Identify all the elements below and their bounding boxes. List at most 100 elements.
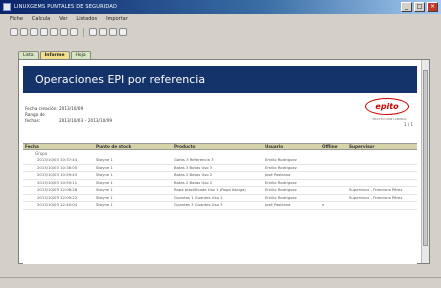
report-page: Operaciones EPI por referencia Fecha cre… [23,66,417,264]
report-table: Fecha Punto de stock Producto Usuario Of… [23,143,417,210]
meta-key: Rango de fechas: [25,112,45,123]
cell-producto: Ropa plastificada Uso 1 (Ropa Abrigo) [174,187,246,192]
refresh-icon[interactable] [119,28,127,36]
cell-supervisor: Supervisor - Francisco Pérez [349,194,403,200]
search-icon[interactable] [70,28,78,36]
cell-punto: Stayne 1 [96,179,113,185]
cell-punto: Stayne 1 [96,194,113,200]
col-header-producto: Producto [174,144,196,149]
tab-strip: Lista Informe Hoja [18,51,91,59]
cell-fecha: 2013/10/03 10:38:05 [37,164,78,170]
tab-informe[interactable]: Informe [39,51,70,59]
print-icon[interactable] [20,28,28,36]
cell-usuario: Emilio Rodríguez [265,157,297,162]
window-title: LINUXGEMS PUNTALES DE SEGURIDAD [14,4,118,10]
cell-punto: Stayne 1 [96,172,113,177]
maximize-button[interactable]: □ [414,2,425,12]
col-header-supervisor: Supervisor [349,144,375,149]
cell-producto: Guantes 3 Guantes Uso 3 [174,202,223,207]
cell-offline [322,188,349,193]
col-header-offline: Offline [322,144,338,149]
cell-usuario: Emilio Rodríguez [265,164,297,170]
cell-producto: Botas 3 Botas Uso 3 [174,164,213,170]
cell-supervisor [349,158,413,163]
menu-bar: Fiche Calcula Ver Listados Importar [0,14,441,24]
cell-punto: Stayne 1 [96,187,113,192]
table-body: 2013/10/03 10:37:44 Stayne 1 Gafas 3 Refer… [23,157,417,210]
menu-item-fiche[interactable]: Fiche [10,16,23,22]
group-row[interactable]: Grupo [23,150,417,157]
zoom-icon[interactable] [109,28,117,36]
export-icon[interactable] [99,28,107,36]
table-row[interactable]: 2013/10/03 12:08:28 Stayne 1 Ropa plastifi… [23,187,417,195]
table-row[interactable]: 2013/10/03 10:38:05 Stayne 1 Botas 3 Botas… [23,164,417,172]
vertical-scrollbar[interactable] [421,60,429,263]
cell-offline [322,158,349,163]
cell-punto: Stayne 1 [96,164,113,170]
table-row[interactable]: 2013/10/03 12:09:22 Stayne 1 Guantes 1 Gua… [23,194,417,202]
toolbar [0,25,441,39]
menu-item-ver[interactable]: Ver [59,16,67,22]
cell-fecha: 2013/10/03 10:59:43 [37,172,78,177]
cell-offline: x [322,202,325,207]
status-bar [0,277,441,288]
cell-offline [322,166,349,171]
cell-offline [322,196,349,201]
previous-page-icon[interactable] [40,28,48,36]
menu-item-calcula[interactable]: Calcula [32,16,50,22]
table-row[interactable]: 2013/10/03 10:37:44 Stayne 1 Gafas 3 Refer… [23,157,417,165]
cell-punto: Stayne 1 [96,202,113,207]
cell-supervisor [349,166,413,171]
cell-usuario: Emilio Rodríguez [265,187,297,192]
report-meta: Fecha creación:2013/10/09 Rango de fecha… [25,106,112,124]
logo-subtitle: PROTECCIÓN LABORAL [372,117,407,121]
cell-supervisor [349,203,413,208]
col-header-usuario: Usuario [265,144,284,149]
cell-producto: Guantes 1 Guantes Uso 1 [174,194,223,200]
last-page-icon[interactable] [60,28,68,36]
cell-fecha: 2013/10/03 12:40:04 [37,202,78,207]
app-icon [3,3,11,11]
minimize-button[interactable]: _ [401,2,412,12]
cell-usuario: Emilio Rodríguez [265,179,297,185]
cell-fecha: 2013/10/03 10:37:44 [37,157,78,162]
close-button[interactable]: × [427,2,438,12]
cell-usuario: José Pastrana [265,202,291,207]
cell-punto: Stayne 1 [96,157,113,162]
table-header: Fecha Punto de stock Producto Usuario Of… [23,143,417,150]
report-title: Operaciones EPI por referencia [35,73,206,86]
cell-producto: Gafas 3 Referencia 3 [174,157,214,162]
table-row[interactable]: 2013/10/03 10:59:11 Stayne 1 Botas 2 Botas… [23,179,417,187]
cell-usuario: José Pastrana [265,172,291,177]
next-page-icon[interactable] [50,28,58,36]
page-setup-icon[interactable] [89,28,97,36]
cell-supervisor [349,181,413,186]
cell-producto: Botas 2 Botas Uso 2 [174,172,213,177]
table-row[interactable]: 2013/10/03 10:59:43 Stayne 1 Botas 2 Botas… [23,172,417,180]
meta-value: 2013/10/09 [59,106,84,111]
menu-item-listados[interactable]: Listados [76,16,97,22]
table-row[interactable]: 2013/10/03 12:40:04 Stayne 1 Guantes 3 Gua… [23,202,417,210]
menu-item-importar[interactable]: Importar [106,16,128,22]
report-banner: Operaciones EPI por referencia [23,66,417,93]
report-viewer: Operaciones EPI por referencia Fecha cre… [18,59,430,264]
scrollbar-thumb[interactable] [423,70,428,246]
first-page-icon[interactable] [30,28,38,36]
save-icon[interactable] [10,28,18,36]
cell-fecha: 2013/10/03 12:09:22 [37,194,78,200]
cell-fecha: 2013/10/03 12:08:28 [37,187,78,192]
cell-offline [322,173,349,178]
cell-supervisor [349,173,413,178]
cell-usuario: Emilio Rodríguez [265,194,297,200]
title-bar: LINUXGEMS PUNTALES DE SEGURIDAD _ □ × [0,0,441,14]
toolbar-separator [83,27,84,37]
company-logo: epito [365,98,409,115]
col-header-punto: Punto de stock [96,144,132,149]
cell-supervisor: Supervisor - Francisco Pérez [349,187,403,192]
cell-producto: Botas 2 Botas Uso 2 [174,179,213,185]
col-header-fecha: Fecha [25,144,39,149]
tab-hoja[interactable]: Hoja [70,51,91,59]
meta-value: 2013/10/03 – 2013/10/09 [59,118,113,123]
tab-lista[interactable]: Lista [18,51,39,59]
page-indicator: 1 / 1 [404,122,413,127]
